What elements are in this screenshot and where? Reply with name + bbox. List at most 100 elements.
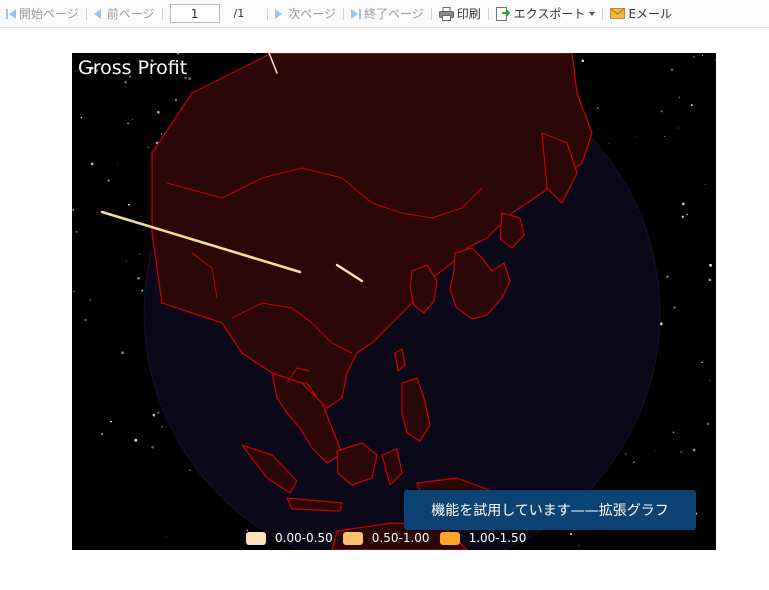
star [75, 230, 78, 233]
star [117, 162, 119, 164]
email-label: Eメール [628, 7, 673, 21]
trial-notice: 機能を試用しています——拡張グラフ [404, 490, 696, 530]
star [709, 263, 712, 267]
star [673, 306, 676, 309]
legend-item-0[interactable]: 0.00-0.50 [246, 531, 333, 545]
prev-page-button[interactable]: 前ページ [92, 3, 157, 25]
star [701, 361, 703, 364]
star [73, 290, 75, 293]
star [152, 413, 156, 417]
star [101, 433, 103, 436]
star [672, 431, 675, 434]
toolbar-separator [85, 7, 87, 20]
star [151, 445, 154, 449]
last-page-button[interactable]: 終了ページ [349, 3, 426, 25]
star [188, 77, 192, 81]
star [174, 99, 178, 102]
star [110, 420, 112, 423]
star [132, 119, 133, 120]
star [680, 451, 683, 453]
printer-icon [438, 6, 454, 21]
star [701, 55, 704, 57]
star [134, 438, 138, 442]
star [681, 202, 685, 206]
star [161, 425, 163, 428]
star [705, 184, 706, 185]
next-page-icon [275, 8, 283, 19]
star [107, 179, 110, 182]
star [709, 379, 711, 381]
globe-svg [72, 53, 716, 550]
first-page-arrow-icon [9, 8, 16, 19]
prev-page-icon [93, 8, 101, 19]
star [714, 59, 716, 61]
legend-label: 0.50-1.00 [371, 531, 430, 545]
legend-swatch [439, 531, 460, 545]
next-page-button[interactable]: 次ページ [273, 3, 338, 25]
globe-chart: Gross Profit 機能を試用しています——拡張グラフ 0.00-0.50… [72, 53, 716, 550]
star [125, 260, 127, 262]
star [681, 215, 684, 218]
export-icon [495, 7, 511, 21]
email-button[interactable]: Eメール [608, 3, 674, 25]
star [157, 110, 160, 114]
star [570, 533, 573, 536]
toolbar-separator [343, 7, 345, 20]
star [677, 127, 679, 129]
star [80, 116, 83, 119]
star [670, 68, 674, 72]
export-label: エクスポート [513, 7, 586, 21]
toolbar-separator [267, 7, 269, 20]
star [137, 277, 140, 280]
star [141, 289, 144, 292]
chart-title: Gross Profit [78, 57, 188, 79]
print-label: 印刷 [456, 7, 481, 21]
star [189, 469, 191, 472]
star [90, 162, 94, 166]
star [666, 275, 669, 278]
star [608, 142, 610, 144]
print-button[interactable]: 印刷 [437, 3, 483, 25]
star [692, 448, 696, 452]
star [157, 411, 160, 414]
star [578, 545, 580, 547]
last-page-icon [351, 8, 359, 19]
star [708, 278, 712, 282]
star [633, 461, 635, 464]
star [121, 351, 124, 355]
star [84, 318, 87, 322]
chart-legend: 0.00-0.50 0.50-1.00 1.00-1.50 [246, 529, 536, 547]
star [253, 53, 256, 54]
toolbar-separator [602, 7, 604, 20]
star [124, 80, 127, 84]
page-number-input[interactable] [169, 4, 220, 23]
star [124, 86, 126, 88]
star [660, 110, 663, 113]
chevron-down-icon [589, 11, 596, 16]
page-total: /1 [233, 7, 245, 20]
star [706, 422, 710, 426]
first-page-button[interactable]: 開始ページ [4, 3, 81, 25]
star [678, 96, 681, 99]
legend-label: 1.00-1.50 [468, 531, 527, 545]
star [161, 133, 163, 135]
toolbar-separator [430, 7, 432, 20]
star [147, 146, 150, 149]
star [581, 59, 585, 63]
prev-page-label: 前ページ [106, 7, 155, 21]
star [686, 213, 688, 216]
next-page-label: 次ページ [288, 7, 337, 21]
export-button[interactable]: エクスポート [494, 3, 598, 25]
legend-item-2[interactable]: 1.00-1.50 [439, 531, 527, 545]
last-page-bar-icon [359, 8, 362, 19]
star [89, 299, 92, 301]
star [690, 104, 693, 107]
star [634, 135, 636, 137]
star [72, 209, 74, 211]
star [693, 56, 695, 58]
legend-item-1[interactable]: 0.50-1.00 [342, 531, 430, 545]
star [165, 535, 167, 537]
star [176, 53, 180, 55]
first-page-label: 開始ページ [19, 7, 79, 21]
envelope-icon [610, 8, 626, 19]
